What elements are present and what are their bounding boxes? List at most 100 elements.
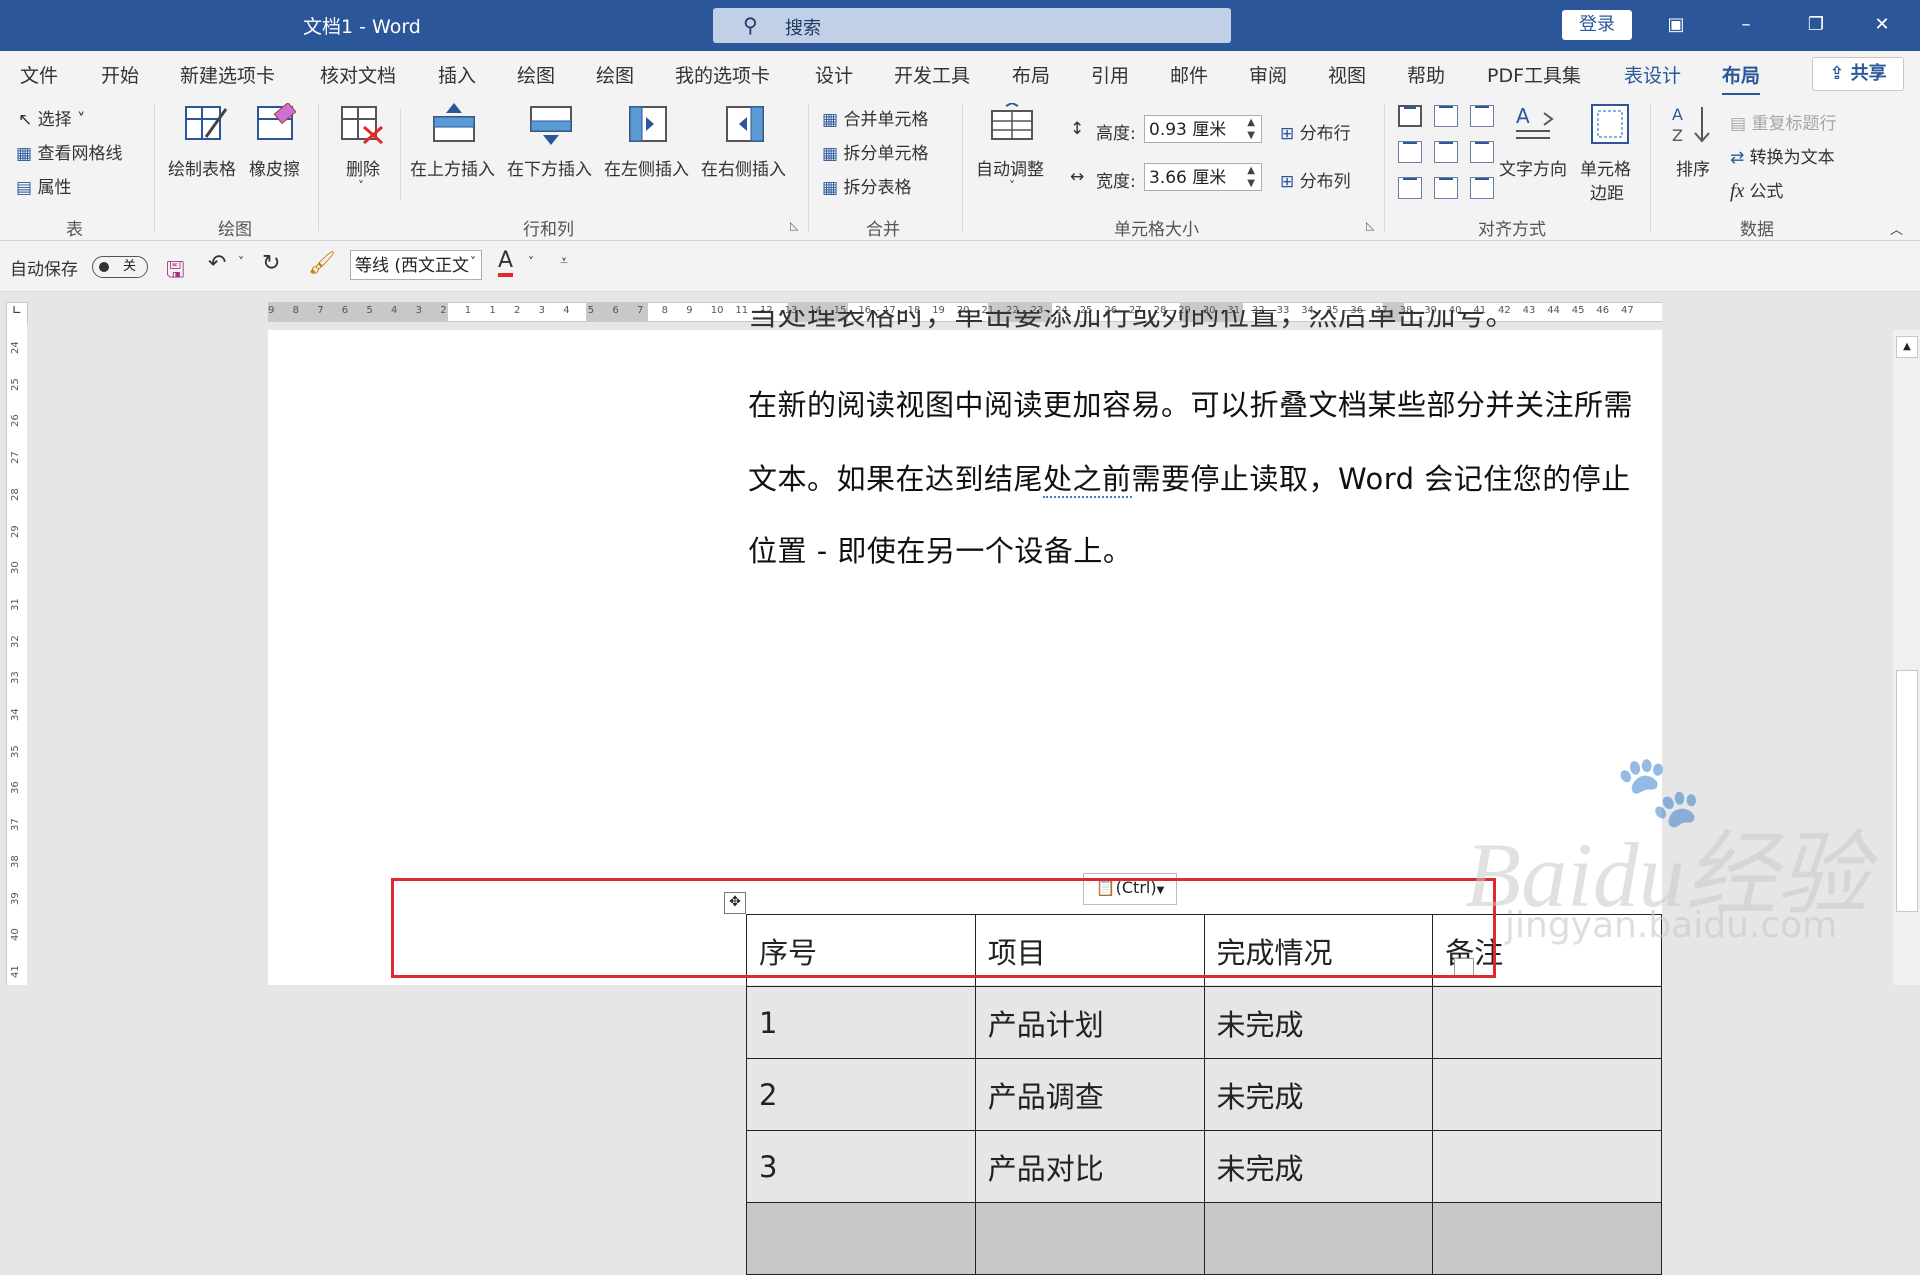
align-top-left-button[interactable] [1398,105,1422,127]
tab-view[interactable]: 视图 [1328,61,1366,88]
align-bottom-right-button[interactable] [1470,177,1494,199]
repeat-header-button[interactable]: ▤ 重复标题行 [1730,109,1836,134]
align-bottom-left-button[interactable] [1398,177,1422,199]
ruler-tick-label: 1 [489,305,496,316]
customize-qat-icon[interactable]: ⩡ [560,253,568,269]
table-cell[interactable]: 未完成 [1203,986,1434,1059]
restore-icon[interactable]: ❐ [1796,10,1836,40]
grammar-underline[interactable]: 处之前 [1043,462,1132,498]
table-cell[interactable]: 3 [746,1130,976,1203]
scroll-up-icon[interactable]: ▲ [1896,336,1918,358]
tab-mailings[interactable]: 邮件 [1170,61,1208,88]
text-direction-button[interactable]: 文字方向 [1499,155,1567,180]
tab-developer[interactable]: 开发工具 [894,61,970,88]
table-cell[interactable]: 未完成 [1203,1058,1434,1131]
cell-margins-button[interactable]: 单元格 [1580,155,1631,180]
table-cell[interactable]: 产品调查 [974,1058,1205,1131]
share-button[interactable]: ⇪ 共享 [1812,57,1904,91]
split-cells-button[interactable]: ▦ 拆分单元格 [822,139,928,164]
dialog-launcher-icon[interactable]: ◺ [790,219,798,232]
redo-icon[interactable]: ↻ [262,251,280,276]
select-button[interactable]: ↖ 选择 ˅ [18,105,86,130]
tab-insert[interactable]: 插入 [438,61,476,88]
tab-home[interactable]: 开始 [101,61,139,88]
selected-new-row [746,1202,1662,1275]
table-cell-selected[interactable] [974,1202,1205,1275]
format-painter-icon[interactable]: 🖌 [308,251,336,276]
autosave-toggle[interactable]: 关 [92,256,148,278]
login-button[interactable]: 登录 [1562,10,1632,40]
dialog-launcher-icon[interactable]: ◺ [1366,219,1374,232]
tab-help[interactable]: 帮助 [1407,61,1445,88]
close-icon[interactable]: ✕ [1862,10,1902,40]
align-bottom-center-button[interactable] [1434,177,1458,199]
vertical-ruler[interactable]: 24 25 26 27 28 29 30 31 32 33 34 35 36 37 38 39 40 41 [0,318,27,985]
tab-references[interactable]: 引用 [1091,61,1129,88]
eraser-button[interactable]: 橡皮擦 [249,155,300,180]
insert-above-button[interactable]: 在上方插入 [410,155,495,180]
distribute-cols-button[interactable]: ⊞ 分布列 [1280,167,1351,192]
align-top-right-button[interactable] [1470,105,1494,127]
view-gridlines-button[interactable]: ▦ 查看网格线 [16,139,122,164]
font-name-select[interactable]: 等线 (西文正文 [350,250,482,280]
convert-to-text-button[interactable]: ⇄ 转换为文本 [1730,143,1835,168]
cell-margins-icon [1591,104,1629,144]
spinner-icon[interactable]: ▲ ▼ [1247,116,1255,142]
table-cell[interactable]: 产品对比 [974,1130,1205,1203]
table-cell[interactable] [1432,1058,1662,1131]
insert-right-button[interactable]: 在右侧插入 [701,155,786,180]
align-middle-left-button[interactable] [1398,141,1422,163]
search-box[interactable]: ⚲ 搜索 [713,8,1231,43]
tab-draw-2[interactable]: 绘图 [596,61,634,88]
tab-new[interactable]: 新建选项卡 [180,61,275,88]
ribbon-display-icon[interactable]: ▣ [1656,10,1696,40]
tab-table-design[interactable]: 表设计 [1624,61,1681,88]
table-cell-selected[interactable] [746,1202,976,1275]
align-middle-right-button[interactable] [1470,141,1494,163]
align-middle-center-button[interactable] [1434,141,1458,163]
align-top-center-button[interactable] [1434,105,1458,127]
insert-left-button[interactable]: 在左侧插入 [604,155,689,180]
tab-table-layout[interactable]: 布局 [1722,61,1761,96]
save-icon[interactable]: 🖫 [166,253,185,291]
properties-button[interactable]: ▤ 属性 [16,173,71,198]
table-cell[interactable]: 产品计划 [974,986,1205,1059]
autofit-button[interactable]: 自动调整 [976,155,1044,180]
table-cell[interactable]: 2 [746,1058,976,1131]
draw-table-button[interactable]: 绘制表格 [168,155,236,180]
tab-draw-1[interactable]: 绘图 [517,61,555,88]
merge-cells-button[interactable]: ▦ 合并单元格 [822,105,928,130]
chevron-down-icon[interactable]: ˅ [238,255,244,269]
tab-file[interactable]: 文件 [20,61,58,88]
spinner-icon[interactable]: ▲ ▼ [1247,164,1255,190]
tab-my[interactable]: 我的选项卡 [675,61,770,88]
tab-design[interactable]: 设计 [815,61,853,88]
delete-button[interactable]: 删除 [346,155,380,180]
chevron-down-icon[interactable]: ˅ [470,255,476,269]
row-height-icon: ↕ [1070,119,1085,139]
table-cell[interactable]: 未完成 [1203,1130,1434,1203]
minimize-icon[interactable]: – [1726,10,1766,40]
split-table-button[interactable]: ▦ 拆分表格 [822,173,911,198]
chevron-down-icon[interactable]: ˅ [528,255,534,269]
table-cell[interactable] [1432,1130,1662,1203]
table-cell[interactable]: 1 [746,986,976,1059]
width-input[interactable]: 3.66 厘米 ▲ ▼ [1144,163,1262,191]
table-cell[interactable] [1432,986,1662,1059]
tab-pdf[interactable]: PDF工具集 [1487,61,1581,88]
font-color-icon[interactable]: A [498,249,514,277]
insert-below-button[interactable]: 在下方插入 [507,155,592,180]
height-input[interactable]: 0.93 厘米 ▲ ▼ [1144,115,1262,143]
distribute-cols-icon: ⊞ [1280,172,1300,192]
collapse-ribbon-icon[interactable]: ︿ [1890,219,1903,238]
table-cell-selected[interactable] [1203,1202,1434,1275]
distribute-rows-button[interactable]: ⊞ 分布行 [1280,119,1351,144]
formula-button[interactable]: fx 公式 [1730,177,1783,203]
undo-icon[interactable]: ↶ [208,251,226,276]
tab-review[interactable]: 审阅 [1249,61,1287,88]
sort-button[interactable]: 排序 [1676,155,1710,180]
paragraph-line-1: 在新的阅读视图中阅读更加容易。可以折叠文档某些部分并关注所需 [748,388,1634,422]
table-cell-selected[interactable] [1432,1202,1662,1275]
tab-check[interactable]: 核对文档 [320,61,396,88]
tab-layout[interactable]: 布局 [1012,61,1050,88]
